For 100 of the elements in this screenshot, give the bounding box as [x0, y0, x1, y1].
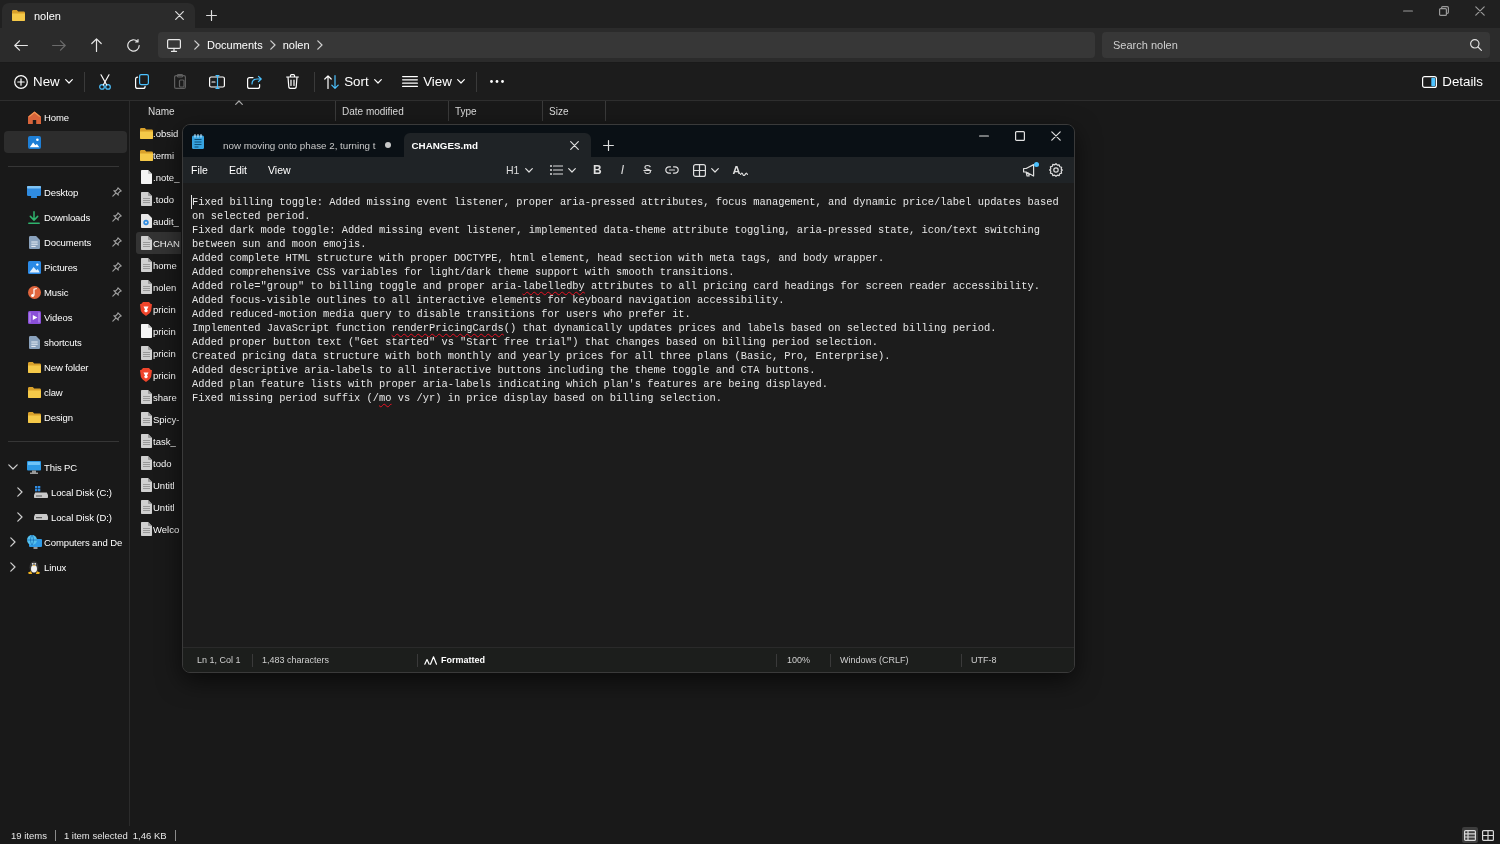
spelling-button[interactable]: A — [730, 159, 751, 181]
text-file-icon — [140, 236, 152, 250]
chevron-right-icon[interactable] — [316, 40, 323, 50]
encoding[interactable]: UTF-8 — [971, 655, 997, 665]
computer-icon — [27, 460, 41, 474]
plus-icon — [205, 9, 217, 21]
directory-entry[interactable]: home — [136, 254, 181, 276]
sidebar-item[interactable]: Design — [4, 406, 127, 428]
directory-entry[interactable]: todo — [136, 452, 181, 474]
close-icon — [174, 11, 184, 20]
view-list-icon — [402, 76, 419, 87]
address-bar[interactable]: Documents nolen — [158, 32, 1095, 58]
text-file-icon — [140, 456, 152, 470]
column-header[interactable]: Date modified — [336, 101, 449, 121]
tiles-view-icon — [1482, 829, 1494, 841]
menu-item[interactable]: View — [262, 159, 297, 181]
sidebar-item[interactable]: Desktop — [4, 181, 127, 203]
column-header[interactable]: Name — [142, 101, 336, 121]
bulleted-list-icon — [550, 165, 564, 175]
sort-button[interactable]: Sort — [318, 66, 388, 97]
sidebar-item[interactable]: New folder — [4, 356, 127, 378]
shield-icon — [140, 368, 152, 382]
text-line: Added focus-visible outlines to all interactive elements for keyboard navigation accessibility. — [192, 293, 786, 307]
close-tab-button[interactable] — [172, 8, 186, 23]
directory-entry[interactable]: pricin — [136, 298, 181, 320]
zoom-level[interactable]: 100% — [787, 655, 811, 665]
search-field[interactable]: Search nolen — [1102, 32, 1490, 58]
chevron-right-icon[interactable] — [194, 40, 200, 50]
line-ending[interactable]: Windows (CRLF) — [840, 655, 909, 665]
directory-entry[interactable]: .obsid — [136, 122, 181, 144]
chevron-right-icon[interactable] — [10, 537, 16, 547]
sidebar-item[interactable]: This PC — [4, 456, 127, 478]
directory-entry[interactable]: pricin — [136, 364, 181, 386]
tiles-view-button[interactable] — [1480, 827, 1496, 843]
sidebar-item[interactable]: Documents — [4, 231, 127, 253]
directory-entry[interactable]: audit_ — [136, 210, 181, 232]
column-header[interactable]: Size — [543, 101, 606, 121]
chevron-right-icon[interactable] — [10, 562, 16, 572]
view-button[interactable]: View — [396, 66, 471, 97]
directory-entry[interactable]: Welco — [136, 518, 181, 540]
directory-entry[interactable]: Untitl — [136, 496, 181, 518]
sidebar-item[interactable]: Home — [4, 106, 127, 128]
text-line: Added descriptive aria-labels to all interactive buttons including the theme toggle and CTA buttons. — [192, 363, 817, 377]
menu-item[interactable]: File — [185, 159, 214, 181]
network-icon — [26, 535, 42, 549]
directory-entry[interactable]: share — [136, 386, 181, 408]
breadcrumb[interactable]: Documents — [200, 34, 270, 56]
sidebar-item[interactable]: Linux — [4, 556, 127, 578]
italic-button[interactable]: I — [612, 159, 633, 181]
refresh-icon — [127, 38, 140, 52]
folder-tab[interactable]: nolen — [2, 3, 195, 28]
directory-entry[interactable]: .note_ — [136, 166, 181, 188]
details-view-button[interactable] — [1462, 827, 1478, 843]
directory-entry[interactable]: pricin — [136, 320, 181, 342]
sidebar-item[interactable] — [4, 131, 127, 153]
close-tab-button[interactable] — [569, 140, 579, 150]
sidebar-item[interactable]: shortcuts — [4, 331, 127, 353]
sidebar-item[interactable]: Music — [4, 281, 127, 303]
directory-entry[interactable]: termi — [136, 144, 181, 166]
sidebar-item[interactable]: Local Disk (D:) — [11, 506, 127, 528]
directory-entry[interactable]: Untitl — [136, 474, 181, 496]
bold-button[interactable]: B — [587, 159, 608, 181]
directory-entry[interactable]: CHAN — [136, 232, 181, 254]
directory-entry[interactable]: nolen — [136, 276, 181, 298]
directory-entry[interactable]: Spicy- — [136, 408, 181, 430]
text-file-icon — [140, 192, 152, 206]
column-header[interactable]: Type — [449, 101, 543, 121]
document-tab[interactable]: now moving onto phase 2, turning t — [212, 133, 403, 157]
maximize-icon — [1015, 131, 1025, 141]
directory-entry[interactable]: pricin — [136, 342, 181, 364]
strikethrough-button[interactable]: S — [637, 159, 658, 181]
chevron-right-icon[interactable] — [17, 512, 23, 522]
details-button[interactable]: Details — [1416, 66, 1490, 97]
home-icon — [27, 110, 41, 124]
document-tab[interactable]: CHANGES.md — [403, 133, 591, 157]
directory-entry[interactable]: task_ — [136, 430, 181, 452]
breadcrumb[interactable]: nolen — [275, 34, 317, 56]
chevron-right-icon[interactable] — [17, 487, 23, 497]
details-view-icon — [1464, 829, 1476, 841]
chevron-right-icon[interactable] — [269, 40, 276, 50]
sidebar-item[interactable]: Pictures — [4, 256, 127, 278]
close-icon — [1051, 131, 1061, 141]
sidebar-item[interactable]: Downloads — [4, 206, 127, 228]
text-line: Fixed billing toggle: Added missing event listener, proper aria-pressed attributes, focus management, and dynamic price/label updates based on selected period. — [192, 195, 1060, 223]
folder-icon — [27, 411, 41, 423]
chevron-down-icon[interactable] — [8, 464, 18, 470]
sidebar-item[interactable]: claw — [4, 381, 127, 403]
heading-button[interactable]: H1 — [500, 159, 540, 181]
directory-entry[interactable]: .todo — [136, 188, 181, 210]
computer-icon — [167, 38, 181, 52]
editor-text-area[interactable] — [183, 183, 1074, 647]
menu-item[interactable]: Edit — [222, 159, 253, 181]
text-cursor — [191, 195, 192, 209]
text-file-icon — [140, 500, 152, 514]
new-button[interactable]: New — [8, 66, 79, 97]
text-file-icon — [140, 280, 152, 294]
sidebar-item[interactable]: Computers and De — [4, 531, 127, 553]
sidebar-item[interactable]: Local Disk (C:) — [11, 481, 127, 503]
sidebar-item[interactable]: Videos — [4, 306, 127, 328]
formatting-mode-button[interactable]: Formatted — [424, 655, 485, 665]
